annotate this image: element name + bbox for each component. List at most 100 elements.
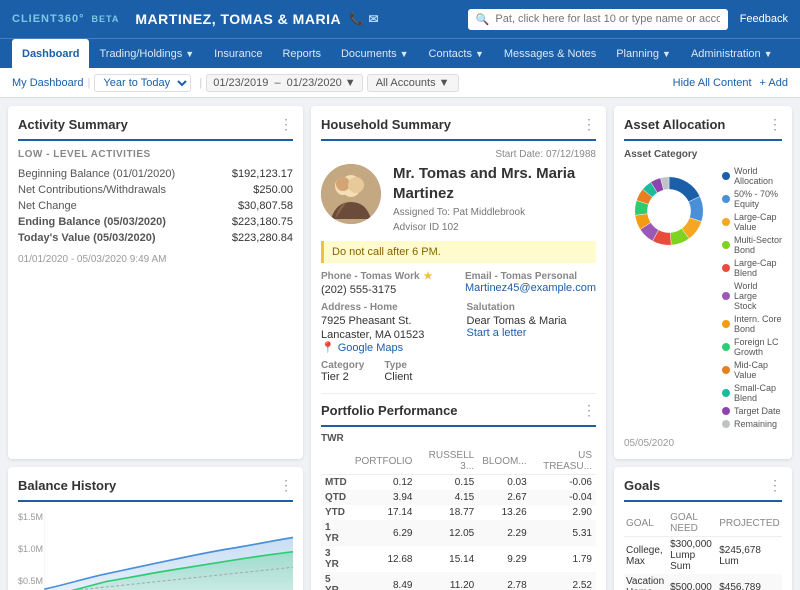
balance-chart-svg: [44, 510, 293, 590]
donut-chart-svg: [624, 166, 714, 256]
goals-table: GOAL GOAL NEED PROJECTED College, Max$30…: [624, 510, 782, 590]
phone-value: (202) 555-3175: [321, 284, 449, 296]
legend-item: World Large Stock: [722, 281, 782, 311]
asset-allocation-menu[interactable]: ⋮: [768, 116, 782, 133]
nav-reports[interactable]: Reports: [272, 39, 331, 69]
legend-item: Remaining: [722, 419, 782, 429]
start-date-label: Start Date: 07/12/1988: [495, 149, 596, 160]
client-avatar: [321, 164, 381, 224]
donut-chart-container: World Allocation50% - 70% EquityLarge-Ca…: [624, 166, 782, 432]
nav-planning[interactable]: Planning ▼: [606, 39, 681, 69]
asset-allocation-header: Asset Allocation ⋮: [624, 116, 782, 141]
accounts-selector[interactable]: All Accounts ▼: [367, 74, 459, 92]
activity-section-label: LOW - LEVEL ACTIVITIES: [18, 149, 293, 160]
table-row: YTD17.1418.7713.262.90: [321, 505, 596, 520]
activity-row: Beginning Balance (01/01/2020)$192,123.1…: [18, 166, 293, 182]
twr-label: TWR: [321, 433, 596, 444]
balance-history-title: Balance History: [18, 478, 116, 493]
nav-insurance[interactable]: Insurance: [204, 39, 272, 69]
address-line1: 7925 Pheasant St.: [321, 315, 451, 327]
portfolio-performance-menu[interactable]: ⋮: [582, 402, 596, 419]
activity-row: Net Contributions/Withdrawals$250.00: [18, 182, 293, 198]
legend-item: Multi-Sector Bond: [722, 235, 782, 255]
portfolio-performance-header: Portfolio Performance ⋮: [321, 402, 596, 427]
asset-allocation-title: Asset Allocation: [624, 117, 725, 132]
balance-chart: $1.5M $1.0M $0.5M $0.0: [18, 510, 293, 590]
top-bar: CLIENT360° BETA MARTINEZ, TOMAS & MARIA …: [0, 0, 800, 38]
perf-col-bloom: BLOOM...: [478, 448, 530, 475]
email-icon[interactable]: ✉: [369, 12, 380, 26]
table-row: MTD0.120.150.03-0.06: [321, 475, 596, 491]
household-header: Mr. Tomas and Mrs. Maria Martinez Assign…: [321, 164, 596, 233]
legend-item: Intern. Core Bond: [722, 314, 782, 334]
activity-date: 01/01/2020 - 05/03/2020 9:49 AM: [18, 254, 293, 265]
nav-documents[interactable]: Documents ▼: [331, 39, 419, 69]
address-label: Address - Home: [321, 302, 451, 313]
balance-history-header: Balance History ⋮: [18, 477, 293, 502]
search-bar[interactable]: 🔍: [468, 9, 728, 30]
activity-summary-title: Activity Summary: [18, 117, 128, 132]
advisor-id: Advisor ID 102: [393, 222, 596, 233]
asset-legend: World Allocation50% - 70% EquityLarge-Ca…: [722, 166, 782, 432]
address-contact: Address - Home 7925 Pheasant St. Lancast…: [321, 302, 451, 354]
asset-date: 05/05/2020: [624, 438, 782, 449]
contact-row-phone-email: Phone - Tomas Work ★ (202) 555-3175 Emai…: [321, 271, 596, 296]
nav-administration[interactable]: Administration ▼: [681, 39, 783, 69]
perf-col-period: [321, 448, 351, 475]
start-letter-link[interactable]: Start a letter: [467, 327, 597, 339]
activity-summary-card: Activity Summary ⋮ LOW - LEVEL ACTIVITIE…: [8, 106, 303, 459]
category-row: Category Tier 2 Type Client: [321, 360, 596, 383]
phone-icon[interactable]: 📞: [349, 12, 364, 26]
perf-col-portfolio: PORTFOLIO: [351, 448, 417, 475]
table-row: Vacation Home$500,000$456,789: [624, 574, 782, 590]
nav-trading[interactable]: Trading/Holdings ▼: [89, 39, 204, 69]
legend-item: Small-Cap Blend: [722, 383, 782, 403]
add-content-button[interactable]: + Add: [760, 77, 788, 89]
household-summary-menu[interactable]: ⋮: [582, 116, 596, 133]
client-full-name: Mr. Tomas and Mrs. Maria Martinez: [393, 164, 596, 203]
household-summary-card: Household Summary ⋮ Start Date: 07/12/19…: [311, 106, 606, 590]
legend-item: Foreign LC Growth: [722, 337, 782, 357]
category-item: Category Tier 2: [321, 360, 364, 383]
search-input[interactable]: [495, 13, 719, 25]
nav-messages[interactable]: Messages & Notes: [494, 39, 606, 69]
email-label: Email - Tomas Personal: [465, 271, 596, 282]
goals-title: Goals: [624, 478, 660, 493]
email-contact: Email - Tomas Personal Martinez45@exampl…: [465, 271, 596, 296]
activity-summary-menu[interactable]: ⋮: [279, 116, 293, 133]
household-summary-title: Household Summary: [321, 117, 451, 132]
assigned-to: Assigned To: Pat Middlebrook: [393, 207, 596, 218]
email-link[interactable]: Martinez45@example.com: [465, 282, 596, 294]
table-row: 3 YR12.6815.149.291.79: [321, 546, 596, 572]
maps-pin-icon: 📍: [321, 341, 335, 354]
goals-card: Goals ⋮ GOAL GOAL NEED PROJECTED College…: [614, 467, 792, 590]
performance-table: PORTFOLIO RUSSELL 3... BLOOM... US TREAS…: [321, 448, 596, 590]
salutation-value: Dear Tomas & Maria: [467, 315, 597, 327]
google-maps-link[interactable]: 📍 Google Maps: [321, 341, 451, 354]
my-dashboard-link[interactable]: My Dashboard: [12, 77, 84, 89]
asset-category-label: Asset Category: [624, 149, 782, 160]
date-range-selector[interactable]: 01/23/2019 – 01/23/2020 ▼: [206, 74, 362, 92]
goals-col-goal: GOAL: [624, 510, 668, 537]
table-row: 5 YR8.4911.202.782.52: [321, 572, 596, 590]
phone-label: Phone - Tomas Work: [321, 271, 420, 282]
legend-item: Large-Cap Blend: [722, 258, 782, 278]
salutation-label: Salutation: [467, 302, 597, 313]
phone-star-icon: ★: [424, 271, 433, 282]
goals-header: Goals ⋮: [624, 477, 782, 502]
household-summary-header: Household Summary ⋮: [321, 116, 596, 141]
period-select[interactable]: Year to Today YTD 1 Year: [94, 74, 191, 92]
nav-contacts[interactable]: Contacts ▼: [419, 39, 494, 69]
hide-all-content-button[interactable]: Hide All Content: [673, 77, 752, 89]
table-row: QTD3.944.152.67-0.04: [321, 490, 596, 505]
contact-row-address-salutation: Address - Home 7925 Pheasant St. Lancast…: [321, 302, 596, 354]
legend-item: Large-Cap Value: [722, 212, 782, 232]
feedback-button[interactable]: Feedback: [740, 13, 788, 25]
balance-history-menu[interactable]: ⋮: [279, 477, 293, 494]
portfolio-performance-section: Portfolio Performance ⋮ TWR PORTFOLIO RU…: [321, 393, 596, 590]
main-content: Activity Summary ⋮ LOW - LEVEL ACTIVITIE…: [0, 98, 800, 590]
activity-row: Today's Value (05/03/2020)$223,280.84: [18, 230, 293, 246]
asset-allocation-card: Asset Allocation ⋮ Asset Category World …: [614, 106, 792, 459]
goals-menu[interactable]: ⋮: [768, 477, 782, 494]
nav-dashboard[interactable]: Dashboard: [12, 39, 89, 69]
